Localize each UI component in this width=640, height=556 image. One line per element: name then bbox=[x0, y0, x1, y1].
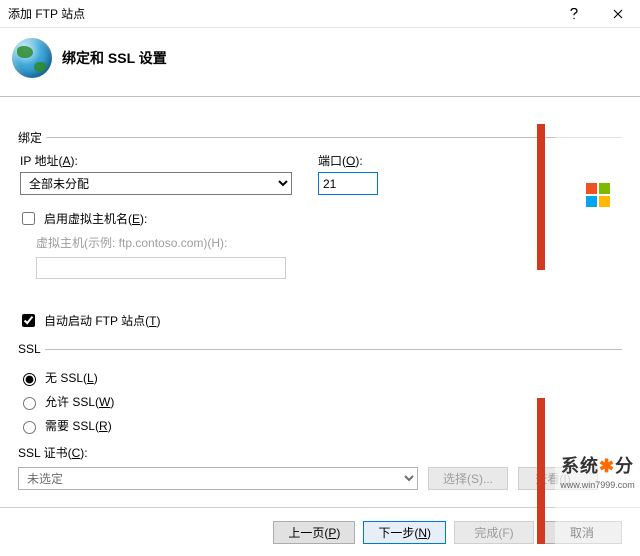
ip-address-select[interactable]: 全部未分配 bbox=[20, 172, 292, 195]
virtual-host-input bbox=[36, 257, 286, 279]
virtual-host-label: 虚拟主机(示例: ftp.contoso.com)(H): bbox=[18, 234, 622, 251]
ssl-view-button: 查看(I)... bbox=[518, 467, 598, 490]
ssl-require-radio[interactable] bbox=[23, 421, 36, 434]
finish-button: 完成(F) bbox=[454, 521, 534, 544]
wizard-footer: 上一页(P) 下一步(N) 完成(F) 取消 bbox=[273, 521, 640, 544]
ssl-allow-label: 允许 SSL(W) bbox=[45, 393, 114, 410]
page-title: 绑定和 SSL 设置 bbox=[62, 48, 167, 68]
wizard-header: 绑定和 SSL 设置 bbox=[0, 28, 640, 97]
port-label: 端口(O): bbox=[318, 152, 398, 169]
close-button[interactable] bbox=[596, 0, 640, 28]
cancel-button[interactable]: 取消 bbox=[542, 521, 622, 544]
previous-button[interactable]: 上一页(P) bbox=[273, 521, 355, 544]
ssl-select-button: 选择(S)... bbox=[428, 467, 508, 490]
ssl-group: SSL 无 SSL(L) 允许 SSL(W) 需要 SSL(R) SSL 证书(… bbox=[18, 342, 622, 490]
ssl-cert-select[interactable]: 未选定 bbox=[18, 467, 418, 490]
ssl-none-label: 无 SSL(L) bbox=[45, 369, 98, 386]
binding-legend: 绑定 bbox=[18, 129, 46, 146]
ssl-none-radio[interactable] bbox=[23, 373, 36, 386]
enable-virtual-host-label: 启用虚拟主机名(E): bbox=[44, 210, 147, 227]
ssl-legend: SSL bbox=[18, 342, 45, 356]
next-button[interactable]: 下一步(N) bbox=[363, 521, 446, 544]
ip-address-label: IP 地址(A): bbox=[20, 152, 292, 169]
ssl-allow-radio[interactable] bbox=[23, 397, 36, 410]
help-button[interactable] bbox=[552, 0, 596, 28]
globe-icon bbox=[12, 38, 52, 78]
binding-group: 绑定 IP 地址(A): 全部未分配 端口(O): 启用虚拟主机名(E): bbox=[18, 129, 622, 295]
auto-start-label: 自动启动 FTP 站点(T) bbox=[44, 312, 160, 329]
footer-separator bbox=[0, 507, 640, 508]
ssl-require-label: 需要 SSL(R) bbox=[45, 417, 112, 434]
enable-virtual-host-checkbox[interactable] bbox=[22, 212, 35, 225]
auto-start-checkbox[interactable] bbox=[22, 314, 35, 327]
ssl-cert-label: SSL 证书(C): bbox=[18, 446, 88, 460]
window-title: 添加 FTP 站点 bbox=[8, 5, 552, 22]
port-input[interactable] bbox=[318, 172, 378, 195]
titlebar: 添加 FTP 站点 bbox=[0, 0, 640, 28]
